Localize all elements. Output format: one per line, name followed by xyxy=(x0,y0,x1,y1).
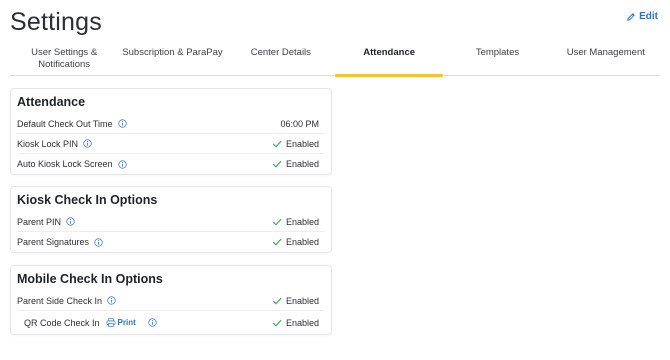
printer-icon xyxy=(106,318,116,327)
edit-button[interactable]: Edit xyxy=(626,11,658,22)
tab-subscription[interactable]: Subscription & ParaPay xyxy=(118,44,226,75)
setting-value: Enabled xyxy=(285,317,319,328)
setting-label: Parent Side Check In xyxy=(17,295,103,306)
info-icon[interactable] xyxy=(117,159,127,169)
page-title: Settings xyxy=(10,8,102,36)
info-icon[interactable] xyxy=(107,296,116,305)
setting-label: Parent Signatures xyxy=(17,237,90,247)
check-icon xyxy=(272,237,282,247)
info-icon[interactable] xyxy=(117,119,127,128)
check-icon xyxy=(272,139,282,149)
setting-value: Enabled xyxy=(285,295,319,306)
pencil-icon xyxy=(626,12,636,22)
setting-label: Parent PIN xyxy=(17,216,62,227)
setting-row[interactable]: Default Check Out Time 06:00 PM xyxy=(17,114,325,134)
setting-label: Kiosk Lock PIN xyxy=(17,138,79,149)
mobile-card-title: Mobile Check In Options xyxy=(17,272,163,286)
setting-label: Auto Kiosk Lock Screen xyxy=(17,159,113,169)
tab-user-management[interactable]: User Management xyxy=(552,44,660,75)
setting-row[interactable]: Parent Signatures Enabled xyxy=(17,232,325,252)
kiosk-card-title: Kiosk Check In Options xyxy=(17,193,158,207)
info-icon[interactable] xyxy=(66,217,75,226)
print-button[interactable]: Print xyxy=(106,318,136,327)
check-icon xyxy=(272,296,282,306)
info-icon[interactable] xyxy=(148,318,157,327)
check-icon xyxy=(272,159,282,169)
setting-value: Enabled xyxy=(285,237,319,247)
setting-value: 06:00 PM xyxy=(280,118,319,129)
print-label: Print xyxy=(117,318,136,327)
setting-row[interactable]: Parent PIN Enabled xyxy=(17,212,325,232)
edit-label: Edit xyxy=(639,11,658,22)
setting-row[interactable]: Kiosk Lock PIN Enabled xyxy=(17,134,325,154)
mobile-check-in-card: Mobile Check In Options Parent Side Chec… xyxy=(10,265,332,335)
settings-tabs: User Settings & Notifications Subscripti… xyxy=(10,44,660,77)
setting-value: Enabled xyxy=(285,138,319,149)
tab-templates[interactable]: Templates xyxy=(443,44,551,75)
check-icon xyxy=(272,217,282,227)
attendance-card-title: Attendance xyxy=(17,95,86,109)
tab-attendance[interactable]: Attendance xyxy=(334,44,444,77)
kiosk-check-in-card: Kiosk Check In Options Parent PIN Enable… xyxy=(10,186,332,253)
setting-row[interactable]: Auto Kiosk Lock Screen Enabled xyxy=(17,154,325,174)
setting-label: Default Check Out Time xyxy=(17,118,113,129)
setting-row[interactable]: Parent Side Check In Enabled xyxy=(17,291,325,311)
tab-center-details[interactable]: Center Details xyxy=(227,44,335,75)
info-icon[interactable] xyxy=(94,237,103,247)
check-icon xyxy=(272,318,282,328)
setting-row[interactable]: QR Code Check In Print Enabled xyxy=(17,311,325,334)
setting-value: Enabled xyxy=(285,159,319,169)
info-icon[interactable] xyxy=(83,139,92,148)
tab-user-settings[interactable]: User Settings & Notifications xyxy=(10,44,118,75)
attendance-card: Attendance Default Check Out Time 06:00 … xyxy=(10,88,332,175)
setting-value: Enabled xyxy=(285,216,319,227)
setting-label: QR Code Check In xyxy=(24,317,100,328)
